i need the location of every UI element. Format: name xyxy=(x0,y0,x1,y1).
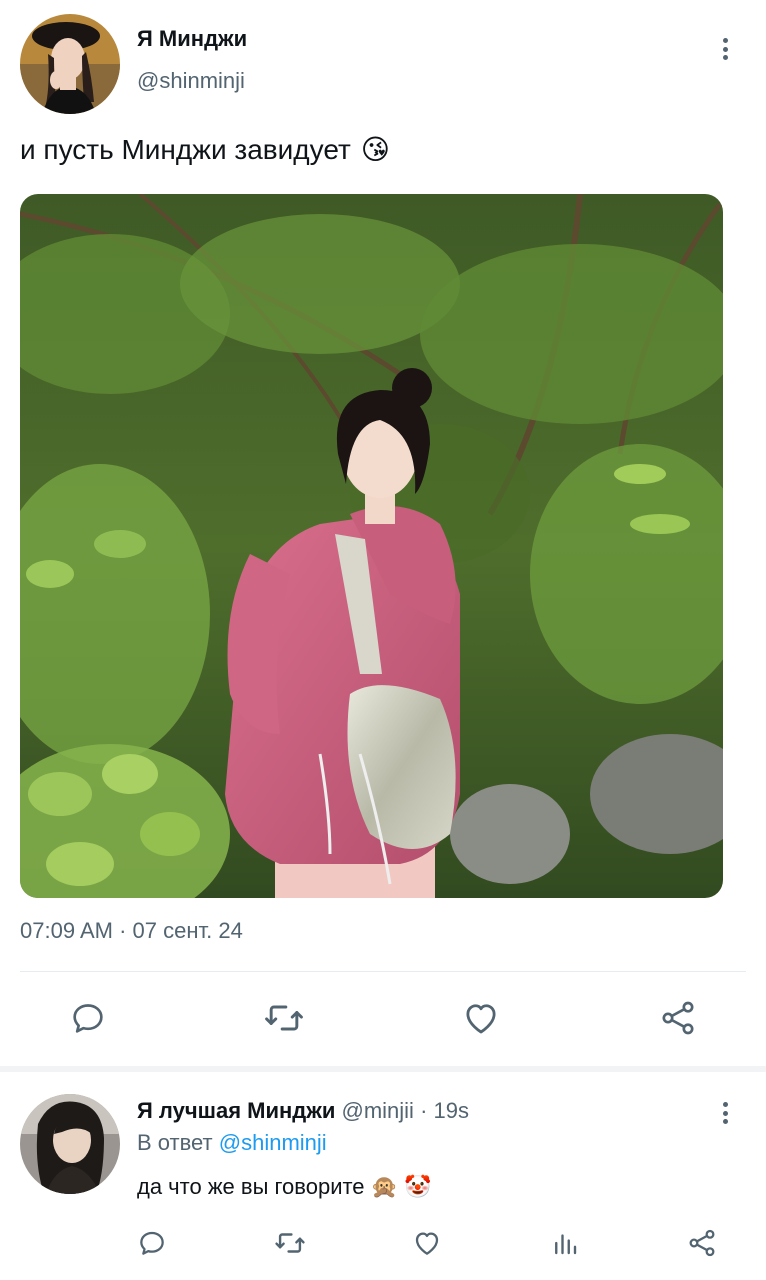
reply-separator: · xyxy=(413,1098,434,1123)
reply-text: да что же вы говорите 🙊 🤡 xyxy=(137,1174,431,1200)
kissing-face-emoji: 😘 xyxy=(360,134,390,165)
author-avatar[interactable] xyxy=(20,14,120,114)
reply-author-avatar[interactable] xyxy=(20,1094,120,1194)
reply-to-mention[interactable]: @shinminji xyxy=(219,1130,327,1155)
main-tweet: Я Минджи @shinminji и пусть Минджи завид… xyxy=(0,0,766,1066)
tweet-text: и пусть Минджи завидует 😘 xyxy=(20,133,390,166)
reply-like-icon[interactable] xyxy=(403,1219,451,1267)
retweet-icon[interactable] xyxy=(260,994,308,1042)
like-icon[interactable] xyxy=(457,994,505,1042)
share-icon[interactable] xyxy=(654,994,702,1042)
more-options-icon[interactable] xyxy=(715,34,735,64)
reply-header: Я лучшая Минджи @minjii · 19s xyxy=(137,1098,469,1124)
reply-author-name[interactable]: Я лучшая Минджи xyxy=(137,1098,335,1123)
reply-reply-icon[interactable] xyxy=(128,1219,176,1267)
reply-icon[interactable] xyxy=(64,994,112,1042)
reply-more-options-icon[interactable] xyxy=(715,1098,735,1128)
author-handle[interactable]: @shinminji xyxy=(137,68,245,94)
speak-no-evil-monkey-emoji: 🙊 xyxy=(370,1174,398,1199)
divider xyxy=(20,971,746,972)
clown-face-emoji: 🤡 xyxy=(403,1174,432,1199)
reply-tweet: Я лучшая Минджи @minjii · 19s В ответ @s… xyxy=(0,1072,766,1280)
reply-time[interactable]: 19s xyxy=(434,1098,469,1123)
reply-to-prefix: В ответ xyxy=(137,1130,213,1155)
author-name[interactable]: Я Минджи xyxy=(137,26,247,52)
replying-to: В ответ @shinminji xyxy=(137,1130,327,1156)
tweet-timestamp[interactable]: 07:09 AM · 07 сент. 24 xyxy=(20,918,243,944)
tweet-text-body: и пусть Минджи завидует xyxy=(20,133,351,165)
reply-author-handle[interactable]: @minjii xyxy=(342,1098,414,1123)
tweet-photo[interactable] xyxy=(20,194,723,898)
reply-text-body: да что же вы говорите xyxy=(137,1174,365,1199)
reply-retweet-icon[interactable] xyxy=(266,1219,314,1267)
views-icon[interactable] xyxy=(541,1219,589,1267)
reply-share-icon[interactable] xyxy=(678,1219,726,1267)
